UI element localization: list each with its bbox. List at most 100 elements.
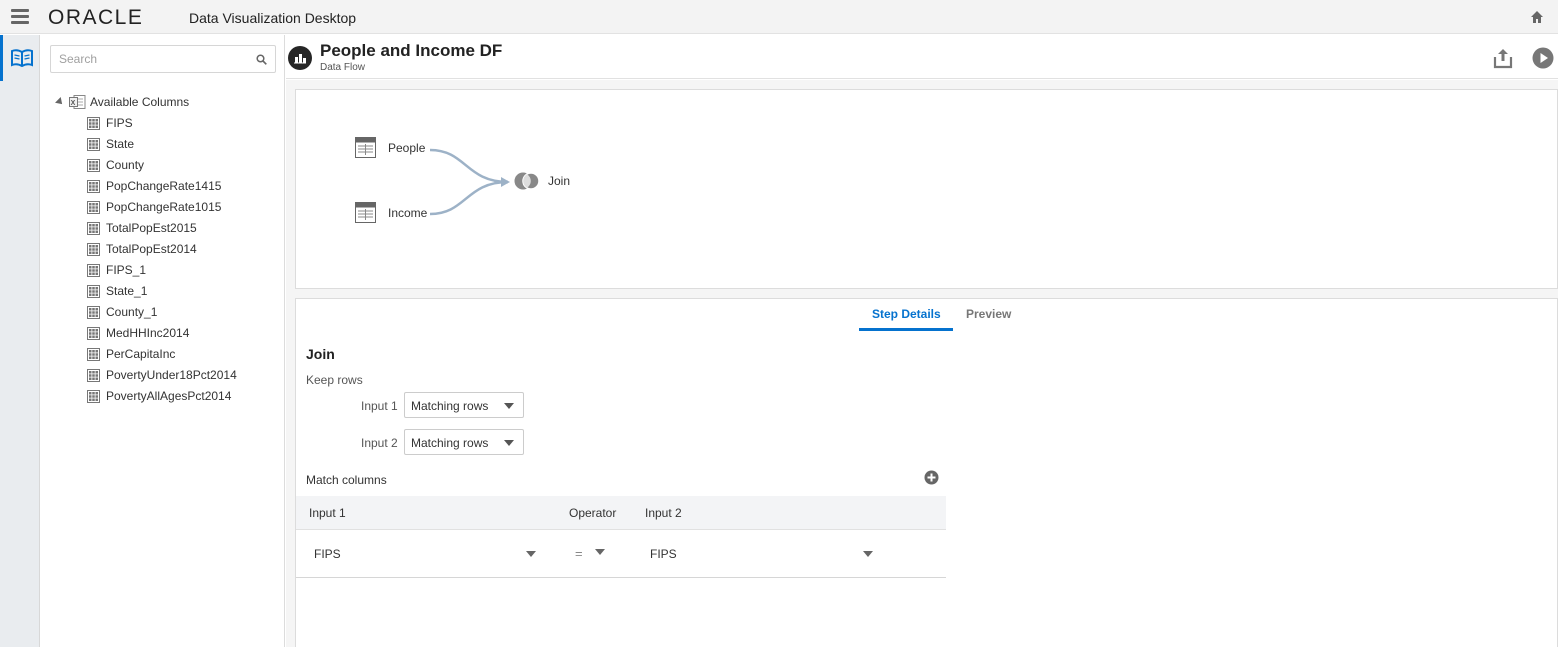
flow-connectors <box>429 148 510 216</box>
export-share-icon[interactable] <box>1492 47 1514 69</box>
list-item[interactable]: FIPS <box>87 114 133 132</box>
data-panel: X Available Columns FIPS State County PopCh… <box>40 35 285 647</box>
header-operator: Operator <box>569 506 617 520</box>
connector-arrowhead <box>501 177 510 187</box>
dataset-table-icon <box>355 202 376 223</box>
column-label: FIPS_1 <box>106 263 147 277</box>
connector-income-join <box>429 180 509 216</box>
list-item[interactable]: TotalPopEst2015 <box>87 219 197 237</box>
column-label: PerCapitaInc <box>106 347 176 361</box>
list-item[interactable]: County_1 <box>87 303 157 321</box>
column-label: FIPS <box>106 116 133 130</box>
column-label: TotalPopEst2014 <box>106 242 197 256</box>
active-indicator <box>0 35 3 81</box>
chevron-down-icon[interactable] <box>863 551 873 557</box>
input1-label: Input 1 <box>361 399 398 413</box>
step-details-panel: Step Details Preview Join Keep rows Inpu… <box>295 298 1558 647</box>
step-title: Join <box>306 346 335 362</box>
column-grid-icon <box>87 389 100 403</box>
column-label: TotalPopEst2015 <box>106 221 197 235</box>
chevron-down-icon <box>504 403 514 409</box>
dataflow-logo <box>288 46 312 70</box>
excel-source-icon: X <box>69 95 86 109</box>
column-grid-icon <box>87 242 100 256</box>
workspace-area: People Income Join Step Details Preview … <box>286 80 1558 647</box>
list-item[interactable]: FIPS_1 <box>87 261 146 279</box>
list-item[interactable]: PerCapitaInc <box>87 345 175 363</box>
flow-node-join[interactable]: Join <box>514 171 570 191</box>
column-label: MedHHInc2014 <box>106 326 190 340</box>
tab-step-details[interactable]: Step Details <box>872 307 941 329</box>
node-label-income: Income <box>388 205 428 220</box>
column-grid-icon <box>87 179 100 193</box>
column-grid-icon <box>87 326 100 340</box>
list-item[interactable]: PopChangeRate1415 <box>87 177 221 195</box>
column-label: State <box>106 137 135 151</box>
column-label: PopChangeRate1415 <box>106 179 222 193</box>
column-label: State_1 <box>106 284 148 298</box>
chevron-down-icon[interactable] <box>526 551 536 557</box>
list-item[interactable]: MedHHInc2014 <box>87 324 189 342</box>
input1-select-value: Matching rows <box>411 399 489 413</box>
connector-people-join <box>429 148 509 184</box>
input2-keep-rows-select[interactable]: Matching rows <box>404 429 524 455</box>
active-tab-underline <box>859 328 953 331</box>
chevron-down-icon <box>504 440 514 446</box>
data-panel-book-icon[interactable] <box>11 49 33 67</box>
run-play-icon[interactable] <box>1532 47 1554 69</box>
column-label: PopChangeRate1015 <box>106 200 222 214</box>
input2-select-value: Matching rows <box>411 436 489 450</box>
column-label: County_1 <box>106 305 158 319</box>
search-box[interactable] <box>50 45 276 73</box>
column-grid-icon <box>87 221 100 235</box>
list-item[interactable]: PovertyUnder18Pct2014 <box>87 366 237 384</box>
top-bar: ORACLE Data Visualization Desktop <box>0 0 1558 34</box>
tree-root-label: Available Columns <box>90 95 190 109</box>
tree-root-available-columns[interactable]: X Available Columns <box>55 93 189 111</box>
tab-preview[interactable]: Preview <box>966 307 1011 329</box>
column-label: PovertyAllAgesPct2014 <box>106 389 232 403</box>
list-item[interactable]: State_1 <box>87 282 147 300</box>
add-match-column-icon[interactable] <box>924 470 939 485</box>
list-item[interactable]: County <box>87 156 144 174</box>
dataflow-subtitle: Data Flow <box>320 62 366 73</box>
search-icon[interactable] <box>256 54 267 65</box>
column-grid-icon <box>87 200 100 214</box>
dataflow-header: People and Income DF Data Flow <box>286 35 1558 79</box>
column-grid-icon <box>87 347 100 361</box>
keep-rows-label: Keep rows <box>306 373 363 387</box>
match-table-header: Input 1 Operator Input 2 <box>296 496 946 530</box>
tree-collapse-toggle-icon[interactable] <box>55 97 65 107</box>
hamburger-menu-icon[interactable] <box>11 9 29 25</box>
flow-diagram-canvas[interactable]: People Income Join <box>295 89 1558 289</box>
dataflow-title: People and Income DF <box>320 41 503 60</box>
column-grid-icon <box>87 263 100 277</box>
column-grid-icon <box>87 137 100 151</box>
table-row: FIPS = FIPS <box>296 530 946 578</box>
dataset-table-icon <box>355 137 376 158</box>
list-item[interactable]: TotalPopEst2014 <box>87 240 197 258</box>
home-icon[interactable] <box>1530 10 1544 24</box>
app-title: Data Visualization Desktop <box>189 10 357 26</box>
left-icon-strip <box>0 35 40 647</box>
flow-node-income[interactable]: Income <box>355 202 427 223</box>
chevron-down-icon[interactable] <box>595 549 605 555</box>
row-input2-value[interactable]: FIPS <box>650 547 677 561</box>
svg-text:X: X <box>71 100 76 107</box>
input1-keep-rows-select[interactable]: Matching rows <box>404 392 524 418</box>
list-item[interactable]: State <box>87 135 134 153</box>
column-grid-icon <box>87 305 100 319</box>
list-item[interactable]: PovertyAllAgesPct2014 <box>87 387 231 405</box>
column-label: County <box>106 158 145 172</box>
header-input1: Input 1 <box>309 506 346 520</box>
dataflow-icon <box>294 54 306 64</box>
flow-node-people[interactable]: People <box>355 137 425 158</box>
column-grid-icon <box>87 158 100 172</box>
row-operator-value[interactable]: = <box>575 546 583 561</box>
search-input[interactable] <box>59 51 249 67</box>
list-item[interactable]: PopChangeRate1015 <box>87 198 221 216</box>
oracle-logo: ORACLE <box>48 6 144 29</box>
node-label-people: People <box>388 140 426 155</box>
row-input1-value[interactable]: FIPS <box>314 547 341 561</box>
column-grid-icon <box>87 368 100 382</box>
